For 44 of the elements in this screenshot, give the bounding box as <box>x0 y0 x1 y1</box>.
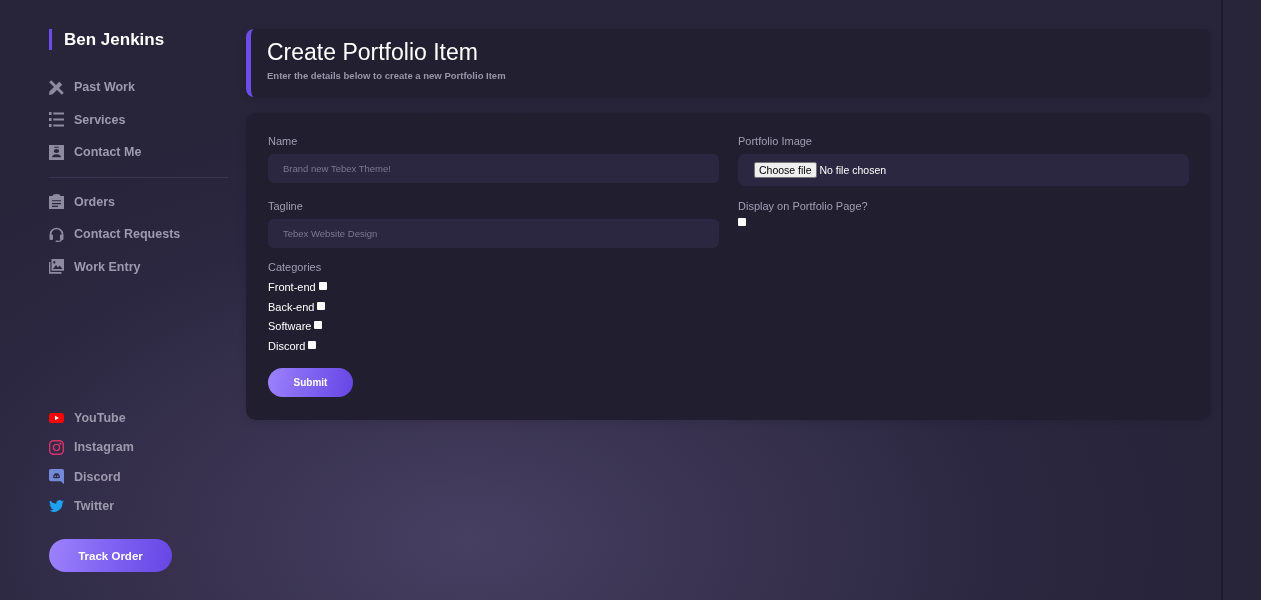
social-link[interactable]: Instagram <box>49 432 134 462</box>
social-link[interactable]: YouTube <box>49 403 126 433</box>
clipboard-icon <box>49 194 64 210</box>
file-upload-field[interactable]: Choose file No file chosen <box>738 154 1189 186</box>
category-label: Back-end <box>268 300 315 313</box>
brand-name: Ben Jenkins <box>49 29 165 50</box>
category-checkbox[interactable] <box>318 281 327 290</box>
field-label: Display on Portfolio Page? <box>738 199 868 214</box>
id-badge-icon <box>49 144 64 160</box>
field-label: Categories <box>268 260 322 275</box>
display-checkbox[interactable] <box>738 218 746 226</box>
name-field[interactable]: Brand new Tebex Theme! <box>268 154 719 183</box>
category-label: Front-end <box>268 280 316 293</box>
nav-link[interactable]: Past Work <box>49 71 135 104</box>
tagline-field[interactable]: Tebex Website Design <box>268 219 719 248</box>
social-link[interactable]: Twitter <box>49 491 115 521</box>
submit-button[interactable]: Submit <box>268 367 353 397</box>
field-label: Name <box>268 134 298 149</box>
category-checkbox[interactable] <box>317 301 326 310</box>
category-label: Discord <box>268 339 306 352</box>
nav-link[interactable]: Contact Me <box>49 136 142 169</box>
page-subtitle: Enter the details below to create a new Portfolio Item <box>267 69 506 83</box>
headset-icon <box>49 226 64 242</box>
choose-file-button[interactable]: Choose file <box>754 162 817 178</box>
discord-icon <box>49 469 64 485</box>
category-label: Software <box>268 320 312 333</box>
twitter-bird-icon <box>49 500 64 513</box>
nav-link[interactable]: Work Entry <box>49 250 141 283</box>
field-label: Tagline <box>268 199 303 214</box>
category-checkbox[interactable] <box>314 321 323 330</box>
nav-link[interactable]: Contact Requests <box>49 218 181 251</box>
page-title: Create Portfolio Item <box>267 38 478 66</box>
field-label: Portfolio Image <box>738 134 812 149</box>
youtube-icon <box>49 412 64 423</box>
track-order-button[interactable]: Track Order <box>49 539 172 572</box>
pencil-ruler-icon <box>49 79 64 95</box>
images-icon <box>49 259 64 275</box>
nav-link[interactable]: Services <box>49 103 126 136</box>
category-checkbox[interactable] <box>308 340 317 349</box>
nav-link[interactable]: Orders <box>49 185 115 218</box>
social-link[interactable]: Discord <box>49 462 121 492</box>
file-status-text: No file chosen <box>819 164 887 176</box>
instagram-icon <box>49 439 64 455</box>
list-icon <box>49 112 64 128</box>
